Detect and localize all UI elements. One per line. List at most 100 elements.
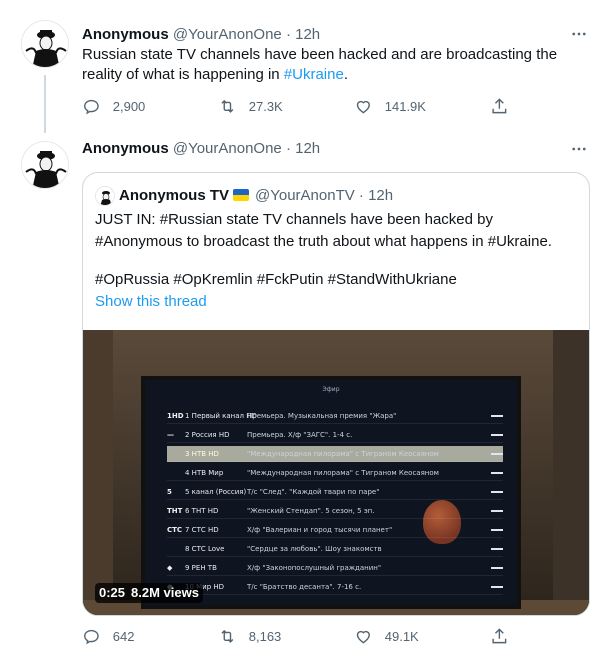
channel-progress-bar (491, 509, 503, 512)
avatar-anonymous-2[interactable] (21, 141, 69, 189)
video-views: 8.2M views (131, 585, 199, 600)
quote-author-name: Anonymous TV (119, 187, 230, 204)
channel-row: СТС 7 СТС HD Х/ф "Валериан и город тысячи … (167, 522, 503, 538)
anonymous-mask-icon (22, 142, 68, 188)
channel-logo: — (167, 430, 174, 439)
channel-progress-bar (491, 490, 503, 493)
channel-program: Т/с "Братство десанта". 7-16 с. (247, 582, 362, 591)
anonymous-mask-icon (96, 187, 114, 205)
channel-name: 4 НТВ Мир (185, 468, 224, 477)
retweet-icon (221, 99, 234, 113)
quote-text-line1: JUST IN: #Russian state TV channels have… (95, 211, 494, 228)
retweet-count: 8,163 (248, 628, 282, 644)
reply-button[interactable]: 642 (82, 626, 134, 646)
channel-row: ●10 Мир HDТ/с "Братство десанта". 7-16 с… (167, 579, 503, 595)
video-player[interactable]: Эфир 1HD 1 Первый канал HD Премьера. Музык… (83, 330, 589, 615)
show-thread-link[interactable]: Show this thread (95, 293, 207, 310)
channel-logo: ◆ (167, 563, 173, 572)
channel-name: 1 Первый канал HD (185, 411, 257, 420)
quote-avatar[interactable] (95, 186, 115, 206)
channel-logo: 1HD (167, 411, 184, 420)
author-name[interactable]: Anonymous (82, 26, 169, 43)
tweet1-text: Russian state TV channels have been hack… (82, 45, 582, 85)
channel-name: 9 РЕН ТВ (185, 563, 217, 572)
quote-text-line2: #Anonymous to broadcast the truth about … (95, 233, 552, 250)
tweet1-actions: 2,900 27.3K 141.9K (82, 96, 507, 116)
like-button[interactable]: 141.9K (354, 96, 426, 116)
channel-row: ◆ 9 РЕН ТВ Х/ф "Законопослушный гражданин" (167, 560, 503, 576)
channel-row: 1HD 1 Первый канал HD Премьера. Музыкальна… (167, 408, 503, 424)
channel-progress-bar (491, 433, 503, 436)
tweet-body-end: . (343, 66, 348, 83)
reply-icon (84, 629, 99, 645)
retweet-count: 27.3K (248, 98, 283, 114)
channel-program: Премьера. Х/ф "ЗАГС". 1-4 с. (247, 430, 353, 439)
heart-icon (356, 630, 370, 644)
channel-name: 8 СТС Love (185, 544, 225, 553)
timestamp[interactable]: 12h (295, 140, 320, 157)
retweet-icon (221, 629, 234, 643)
channel-program: "Сердце за любовь". Шоу знакомств (247, 544, 382, 553)
share-icon (492, 627, 507, 643)
like-count: 49.1K (384, 628, 419, 644)
channel-program: "Женский Стендап". 5 сезон, 5 эп. (247, 506, 375, 515)
tweet2-actions: 642 8,163 49.1K (82, 626, 507, 646)
channel-progress-bar (491, 585, 503, 588)
quote-timestamp: 12h (368, 187, 394, 204)
heart-icon (356, 100, 370, 114)
channel-name: 2 Россия HD (185, 430, 230, 439)
channel-name: 6 ТНТ HD (185, 506, 219, 515)
video-duration: 0:25 (99, 585, 126, 600)
retweet-button[interactable]: 27.3K (218, 96, 283, 116)
anonymous-mask-icon (22, 21, 68, 67)
separator: · (358, 187, 364, 204)
channel-progress-bar (491, 452, 503, 455)
quoted-tweet[interactable]: Anonymous TV @YourAnonTV · 12h JUST IN: #… (82, 172, 590, 616)
retweet-button[interactable]: 8,163 (218, 626, 281, 646)
channel-row: 8 СТС Love "Сердце за любовь". Шоу знаком… (167, 541, 503, 557)
channel-program: Т/с "След". "Каждой твари по паре" (247, 487, 380, 496)
channel-progress-bar (491, 566, 503, 569)
quote-hashtags: #OpRussia #OpKremlin #FckPutin #StandWit… (95, 271, 457, 288)
timestamp[interactable]: 12h (295, 26, 320, 43)
hashtag-ukraine-link[interactable]: #Ukraine (284, 66, 344, 83)
channel-name: 7 СТС HD (185, 525, 219, 534)
more-icon[interactable] (569, 25, 589, 45)
reply-count: 642 (112, 628, 135, 644)
channel-progress-bar (491, 471, 503, 474)
ukraine-flag-icon (233, 189, 250, 201)
channel-name: 3 НТВ HD (185, 449, 219, 458)
author-handle[interactable]: @YourAnonOne (173, 26, 282, 43)
channel-program: Х/ф "Законопослушный гражданин" (247, 563, 382, 572)
avatar-anonymous[interactable] (21, 20, 69, 68)
tv-menu-title: Эфир (322, 386, 340, 393)
channel-row: 4 НТВ Мир "Международная пилорама" с Тигр… (167, 465, 503, 481)
channel-row: 5 5 канал (Россия) Т/с "След". "Каждой тва… (167, 484, 503, 500)
channel-row: ТНТ 6 ТНТ HD "Женский Стендап". 5 сезон, 5… (167, 503, 503, 519)
channel-logo: ТНТ (167, 506, 183, 515)
reply-count: 2,900 (112, 98, 146, 114)
channel-program: "Международная пилорама" с Тиграном Кеос… (247, 468, 439, 477)
author-name[interactable]: Anonymous (82, 140, 169, 157)
reply-button[interactable]: 2,900 (82, 96, 145, 116)
separator: · (285, 140, 291, 157)
channel-program: Х/ф "Валериан и город тысячи планет" (247, 525, 393, 534)
like-button[interactable]: 49.1K (354, 626, 419, 646)
tweet2-header: Anonymous @YourAnonOne · 12h (82, 139, 320, 159)
channel-row: — 2 Россия HD Премьера. Х/ф "ЗАГС". 1-4 с. (167, 427, 503, 443)
channel-progress-bar (491, 547, 503, 550)
channel-program: "Международная пилорама" с Тиграном Кеос… (247, 449, 439, 458)
share-button[interactable] (490, 626, 521, 646)
channel-name: 5 канал (Россия) (185, 487, 247, 496)
channel-progress-bar (491, 528, 503, 531)
share-button[interactable] (490, 96, 521, 116)
share-icon (492, 97, 507, 113)
author-handle[interactable]: @YourAnonOne (173, 140, 282, 157)
timeline: Anonymous @YourAnonOne · 12h Russian sta… (0, 0, 609, 665)
more-icon[interactable] (569, 140, 589, 160)
tweet1-header: Anonymous @YourAnonOne · 12h (82, 25, 320, 45)
channel-program: Премьера. Музыкальная премия "Жара" (247, 411, 397, 420)
channel-logo: 5 (167, 487, 172, 496)
video-info-badge: 0:25 8.2M views (95, 583, 203, 603)
thread-connector (44, 75, 46, 133)
